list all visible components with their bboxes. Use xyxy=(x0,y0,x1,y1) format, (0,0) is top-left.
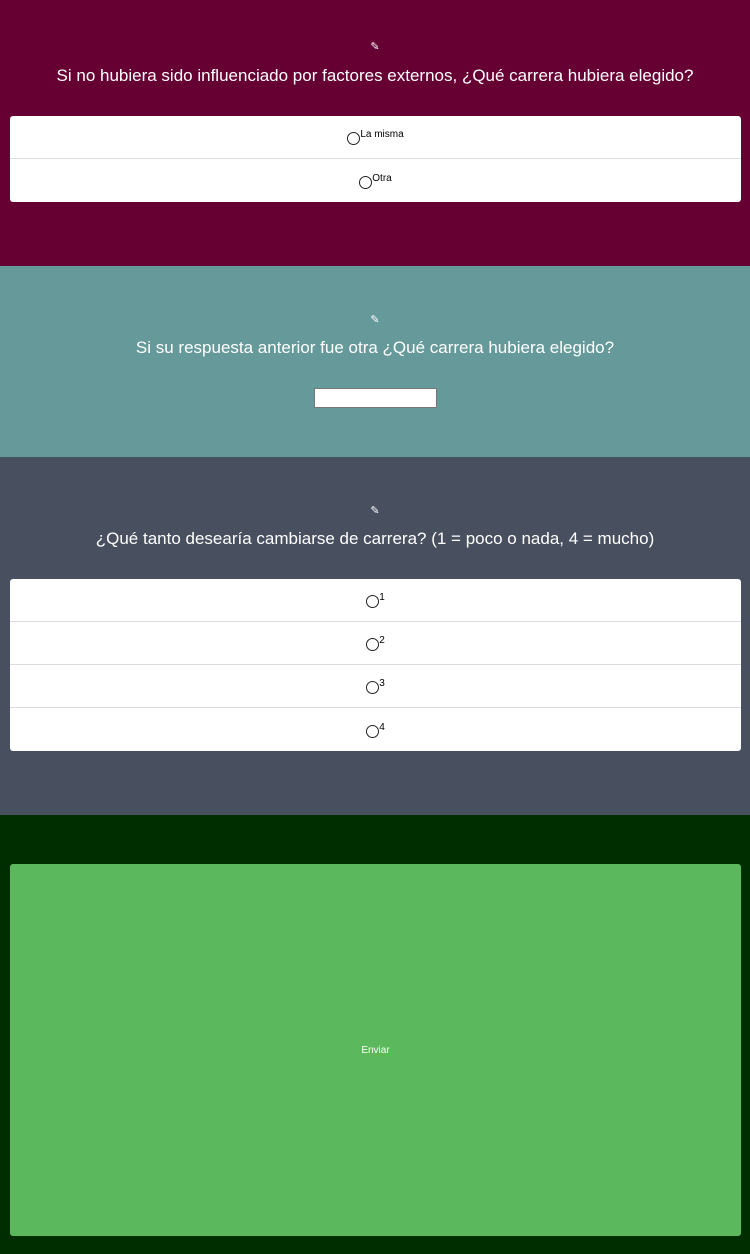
option-3[interactable]: 3 xyxy=(10,665,741,708)
radio-button[interactable] xyxy=(347,132,361,145)
option-2[interactable]: 2 xyxy=(10,622,741,665)
question-1-text: Si no hubiera sido influenciado por fact… xyxy=(56,66,694,85)
option-label: 3 xyxy=(379,678,385,689)
radio-button[interactable] xyxy=(359,175,373,189)
radio-button[interactable] xyxy=(366,595,380,608)
option-label: 4 xyxy=(379,721,385,733)
pen-icon: ✎ xyxy=(370,314,380,326)
pen-icon: ✎ xyxy=(370,41,380,53)
option-otra[interactable]: Otra xyxy=(10,159,741,202)
option-la-misma[interactable]: La misma xyxy=(10,116,741,159)
question-section-1: ✎ Si no hubiera sido influenciado por fa… xyxy=(0,0,750,266)
question-section-2: ✎ Si su respuesta anterior fue otra ¿Qué… xyxy=(0,266,750,457)
option-label: 1 xyxy=(379,592,385,603)
submit-label: Enviar xyxy=(361,1044,390,1056)
submit-section: Enviar xyxy=(0,815,750,1254)
question-3-options: 1 2 3 4 xyxy=(10,579,741,751)
question-1-options: La misma Otra xyxy=(10,116,741,202)
pen-icon: ✎ xyxy=(370,505,380,517)
radio-button[interactable] xyxy=(366,724,380,738)
option-label: La misma xyxy=(360,129,404,140)
option-label: Otra xyxy=(372,172,392,184)
question-section-3: ✎ ¿Qué tanto desearía cambiarse de carre… xyxy=(0,457,750,815)
radio-button[interactable] xyxy=(366,638,380,651)
radio-button[interactable] xyxy=(366,681,380,694)
option-4[interactable]: 4 xyxy=(10,708,741,751)
option-1[interactable]: 1 xyxy=(10,579,741,622)
career-text-input[interactable] xyxy=(314,388,437,408)
question-3-text: ¿Qué tanto desearía cambiarse de carrera… xyxy=(95,529,655,548)
option-label: 2 xyxy=(379,635,385,646)
question-2-text: Si su respuesta anterior fue otra ¿Qué c… xyxy=(135,338,615,357)
submit-button[interactable]: Enviar xyxy=(10,864,741,1236)
